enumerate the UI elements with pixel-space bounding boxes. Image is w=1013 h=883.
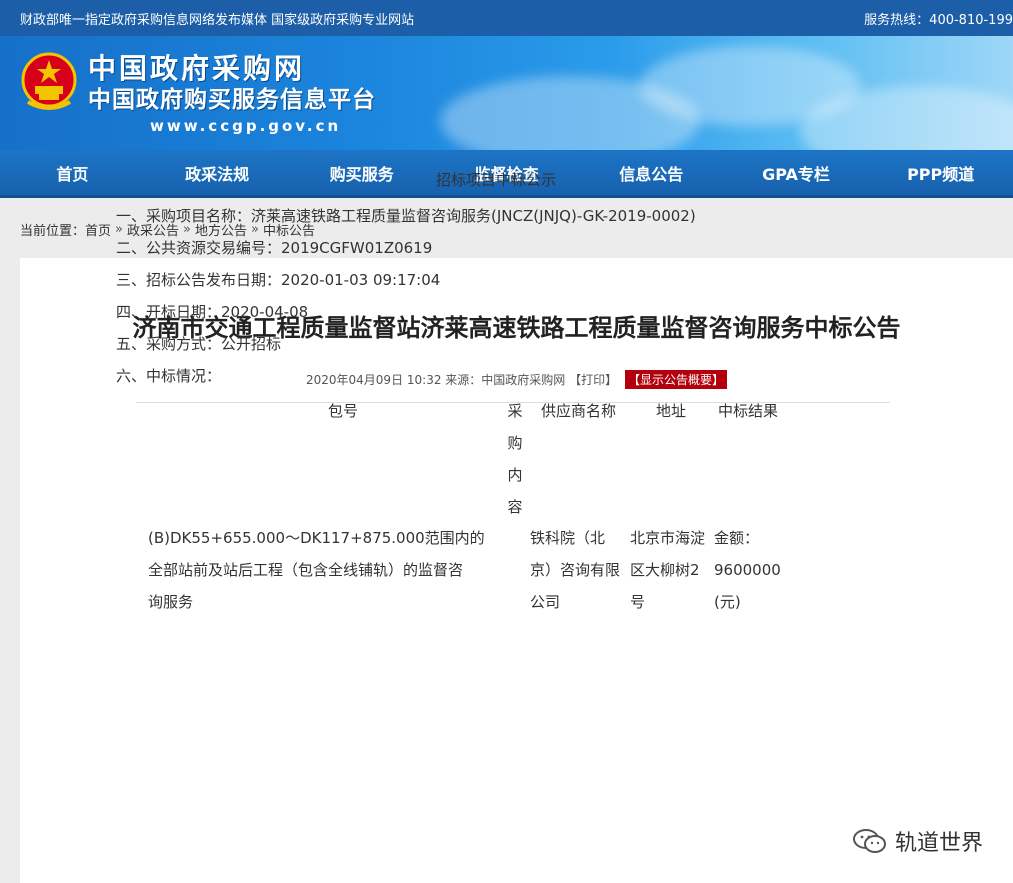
article-subhead: 招标项目中标公示 bbox=[435, 171, 556, 189]
cell-address: 北京市海淀 区大柳树2 号 bbox=[630, 522, 714, 618]
watermark-text: 轨道世界 bbox=[894, 831, 983, 856]
cell-line: (元) bbox=[714, 593, 741, 611]
header-content-char: 采 bbox=[507, 402, 523, 420]
header-content-char: 内 bbox=[507, 466, 523, 484]
site-title: 中国政府采购网 bbox=[88, 52, 306, 85]
site-subtitle: 中国政府购买服务信息平台 bbox=[88, 87, 376, 113]
award-status-line: 六、中标情况： bbox=[116, 367, 222, 385]
site-banner: 中国政府采购网 中国政府购买服务信息平台 www.ccgp.gov.cn bbox=[0, 36, 1013, 150]
cell-line: 全部站前及站后工程（包含全线铺轨）的监督咨 bbox=[148, 561, 464, 579]
article-body: 招标项目中标公示 一、采购项目名称：济莱高速铁路工程质量监督咨询服务(JNCZ(… bbox=[116, 168, 876, 392]
breadcrumb-home[interactable]: 首页 bbox=[85, 220, 111, 239]
cell-line: 9600000 bbox=[714, 561, 781, 579]
cell-line: 北京市海淀 bbox=[630, 529, 706, 547]
cell-package: (B)DK55+655.000～DK117+875.000范围内的 全部站前及站… bbox=[148, 522, 498, 618]
national-emblem-icon bbox=[21, 52, 77, 110]
breadcrumb-label: 当前位置： bbox=[20, 223, 86, 239]
trade-number-line: 二、公共资源交易编号：2019CGFW01Z0619 bbox=[116, 239, 433, 257]
cell-line: (B)DK55+655.000～DK117+875.000范围内的 bbox=[148, 529, 485, 547]
header-package: 包号 bbox=[328, 402, 359, 420]
site-brand[interactable]: 中国政府采购网 中国政府购买服务信息平台 www.ccgp.gov.cn bbox=[88, 52, 376, 138]
service-hotline: 服务热线：400-810-199 bbox=[864, 12, 1013, 28]
cell-line: 铁科院（北 bbox=[530, 529, 606, 547]
header-result: 中标结果 bbox=[718, 402, 779, 420]
cell-line: 金额： bbox=[714, 529, 760, 547]
header-supplier: 供应商名称 bbox=[541, 402, 617, 420]
cell-supplier: 铁科院（北 京）咨询有限 公司 bbox=[530, 522, 626, 618]
notice-date-line: 三、招标公告发布日期：2020-01-03 09:17:04 bbox=[116, 271, 441, 289]
project-name-line: 一、采购项目名称：济莱高速铁路工程质量监督咨询服务(JNCZ(JNJQ)-GK-… bbox=[116, 207, 696, 225]
procurement-method-line: 五、采购方式：公开招标 bbox=[116, 335, 282, 353]
cell-result: 金额： 9600000 (元) bbox=[714, 522, 794, 618]
cell-line: 号 bbox=[630, 593, 646, 611]
cell-line: 区大柳树2 bbox=[630, 561, 700, 579]
top-info-bar: 财政部唯一指定政府采购信息网络发布媒体 国家级政府采购专业网站 服务热线：400… bbox=[0, 0, 1013, 36]
site-slogan: 财政部唯一指定政府采购信息网络发布媒体 国家级政府采购专业网站 bbox=[20, 12, 415, 28]
header-address: 地址 bbox=[656, 402, 687, 420]
header-content: 采 购 内 容 bbox=[506, 395, 524, 523]
header-content-char: 购 bbox=[507, 434, 523, 452]
watermark: 轨道世界 bbox=[852, 825, 983, 857]
header-content-char: 容 bbox=[507, 498, 523, 516]
wechat-icon bbox=[852, 829, 886, 853]
opening-date-line: 四、开标日期：2020-04-08 bbox=[116, 303, 309, 321]
cell-line: 询服务 bbox=[148, 593, 194, 611]
site-url: www.ccgp.gov.cn bbox=[150, 117, 342, 135]
nav-item-ppp[interactable]: PPP频道 bbox=[868, 161, 1013, 185]
cell-line: 公司 bbox=[530, 593, 561, 611]
cell-line: 京）咨询有限 bbox=[530, 561, 621, 579]
